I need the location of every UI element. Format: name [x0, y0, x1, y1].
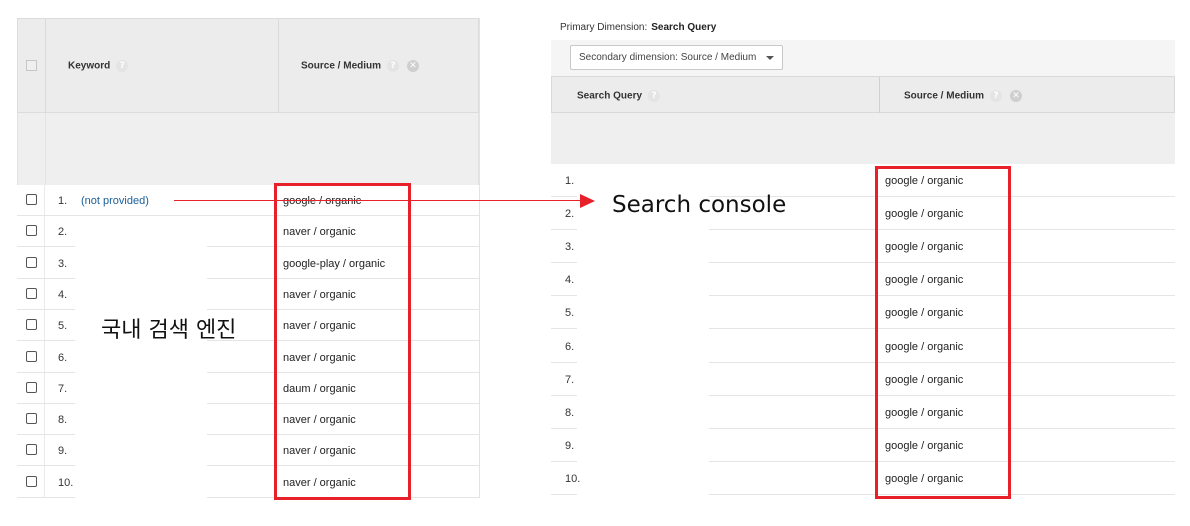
row-checkbox[interactable] — [26, 475, 37, 487]
row-number: 2. — [58, 226, 68, 239]
column-divider — [879, 77, 880, 114]
row-checkbox[interactable] — [26, 287, 37, 299]
secondary-dimension-dropdown[interactable]: Secondary dimension: Source / Medium — [570, 45, 783, 70]
row-gap — [75, 404, 207, 436]
row-checkbox[interactable] — [26, 381, 37, 393]
column-divider — [45, 113, 46, 185]
highlight-box-right — [875, 166, 1011, 499]
help-icon[interactable]: ? — [387, 60, 400, 72]
table-header: Search Query? Source / Medium? ✕ — [551, 76, 1175, 114]
row-gap — [577, 296, 709, 330]
search-query-column-header[interactable]: Search Query? — [577, 90, 661, 102]
row-number: 1. — [58, 195, 68, 207]
row-number: 6. — [565, 340, 575, 353]
table-row: 3. google / organic — [551, 230, 1175, 264]
row-number: 3. — [58, 257, 68, 270]
row-number: 7. — [565, 373, 575, 386]
arrow-line — [174, 200, 582, 201]
table-row: 9. google / organic — [551, 428, 1175, 462]
help-icon[interactable]: ? — [116, 60, 129, 72]
row-checkbox[interactable] — [26, 319, 37, 331]
primary-dimension-label: Primary Dimension: — [560, 22, 648, 33]
table-row: 8. google / organic — [551, 395, 1175, 429]
remove-dimension-icon[interactable]: ✕ — [407, 60, 420, 72]
secondary-dimension-label: Secondary dimension: Source / Medium — [579, 52, 757, 63]
search-query-report-table: Primary Dimension: Search Query Secondary… — [551, 18, 1175, 496]
summary-band — [551, 113, 1175, 164]
table-row: 6. google / organic — [551, 329, 1175, 363]
row-gap — [75, 216, 207, 248]
select-all-checkbox[interactable] — [26, 60, 37, 71]
row-checkbox[interactable] — [26, 256, 37, 268]
row-gap — [577, 461, 709, 495]
source-medium-column-header[interactable]: Source / Medium? ✕ — [301, 60, 420, 72]
primary-dimension: Primary Dimension: Search Query — [560, 22, 716, 33]
row-gap — [75, 372, 207, 404]
source-medium-header-label: Source / Medium — [904, 90, 985, 102]
row-gap — [75, 247, 207, 279]
row-number: 6. — [58, 351, 68, 364]
row-gap — [75, 341, 207, 373]
row-checkbox[interactable] — [26, 350, 37, 362]
row-number: 3. — [565, 241, 575, 254]
arrow-right-icon — [580, 194, 595, 208]
domestic-search-engines-label: 국내 검색 엔진 — [101, 318, 237, 343]
row-number: 8. — [58, 414, 68, 427]
row-number: 10. — [565, 472, 581, 485]
source-medium-header-label: Source / Medium — [301, 60, 382, 72]
primary-dimension-value[interactable]: Search Query — [651, 22, 716, 33]
row-gap — [75, 278, 207, 310]
source-medium-column-header[interactable]: Source / Medium? ✕ — [904, 90, 1023, 102]
table-row: 5. google / organic — [551, 296, 1175, 330]
row-gap — [577, 428, 709, 462]
row-number: 9. — [565, 439, 575, 452]
row-number: 1. — [565, 175, 575, 187]
row-checkbox[interactable] — [26, 444, 37, 456]
column-divider — [278, 19, 279, 114]
summary-band — [17, 113, 479, 185]
row-number: 4. — [565, 274, 575, 287]
row-checkbox[interactable] — [26, 194, 37, 205]
remove-dimension-icon[interactable]: ✕ — [1010, 90, 1023, 102]
chevron-down-icon — [766, 56, 774, 60]
row-number: 10. — [58, 476, 74, 489]
row-number: 2. — [565, 208, 575, 221]
row-gap — [577, 230, 709, 264]
table-row: 10. google / organic — [551, 461, 1175, 495]
help-icon[interactable]: ? — [990, 90, 1003, 102]
row-gap — [75, 435, 207, 467]
row-gap — [577, 329, 709, 363]
row-checkbox[interactable] — [26, 413, 37, 425]
table-header: Keyword? Source / Medium? ✕ — [17, 18, 479, 114]
column-divider — [45, 19, 46, 114]
search-console-label: Search console — [612, 192, 787, 218]
row-gap — [577, 395, 709, 429]
row-checkbox[interactable] — [26, 225, 37, 237]
row-gap — [577, 263, 709, 297]
table-border — [479, 18, 480, 498]
row-number: 4. — [58, 288, 68, 301]
row-gap — [577, 362, 709, 396]
help-icon[interactable]: ? — [648, 90, 661, 102]
row-number: 8. — [565, 406, 575, 419]
search-query-header-label: Search Query — [577, 90, 643, 102]
keyword-link[interactable]: (not provided) — [81, 195, 149, 207]
row-number: 9. — [58, 445, 68, 458]
row-number: 5. — [58, 320, 68, 333]
row-number: 7. — [58, 382, 68, 395]
table-row: 4. google / organic — [551, 263, 1175, 297]
highlight-box-left — [274, 183, 411, 500]
keyword-header-label: Keyword — [68, 60, 111, 72]
row-number: 5. — [565, 307, 575, 320]
table-row: 7. google / organic — [551, 362, 1175, 396]
row-gap — [75, 466, 207, 498]
keyword-column-header[interactable]: Keyword? — [68, 60, 129, 72]
